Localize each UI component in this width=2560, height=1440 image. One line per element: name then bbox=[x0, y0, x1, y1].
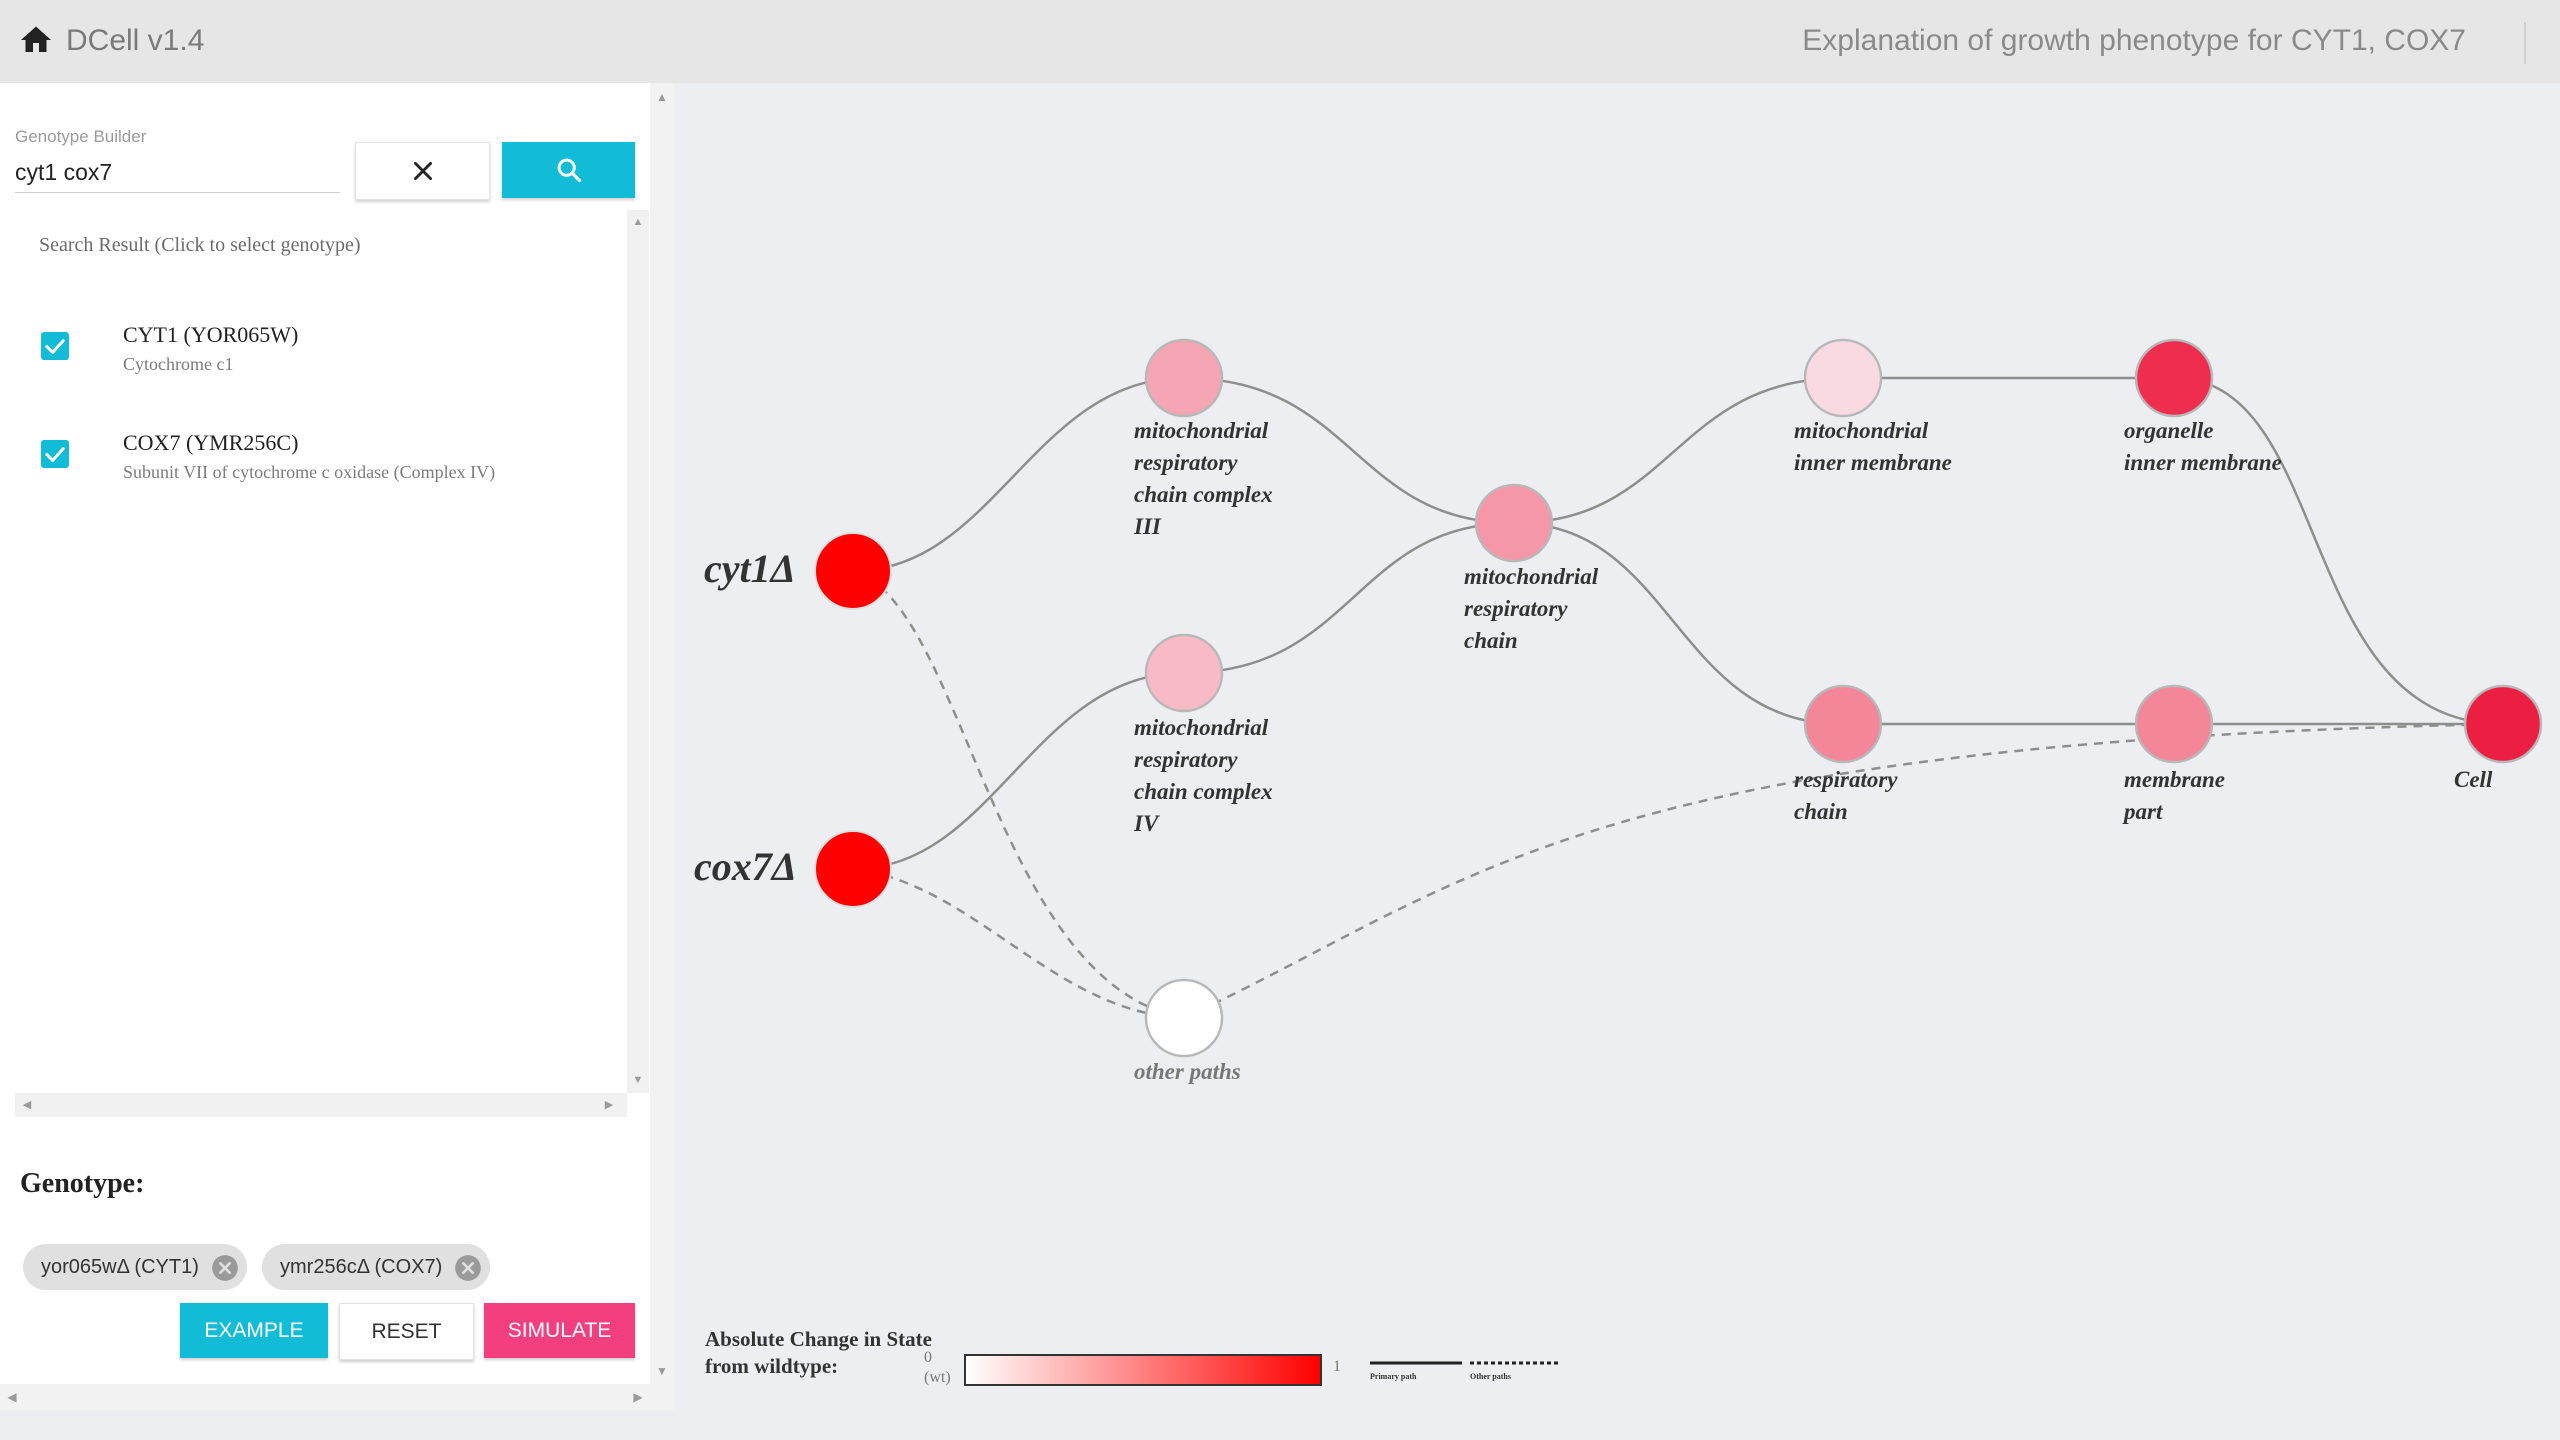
result-gene-name: COX7 (YMR256C) bbox=[123, 430, 299, 455]
search-result-item[interactable]: CYT1 (YOR065W) Cytochrome c1 bbox=[15, 310, 627, 390]
node-label: Cell bbox=[2454, 767, 2493, 792]
result-gene-description: Subunit VII of cytochrome c oxidase (Com… bbox=[123, 462, 496, 482]
scroll-up-arrow-icon[interactable]: ▲ bbox=[628, 212, 648, 232]
scroll-up-arrow-icon[interactable]: ▲ bbox=[650, 85, 674, 109]
other-path-edge bbox=[852, 867, 1185, 1020]
node-label: mitochondrial respiratory chain bbox=[1464, 564, 1599, 653]
result-checkbox[interactable] bbox=[41, 440, 69, 468]
gene-label-cyt1: cyt1Δ bbox=[704, 546, 796, 591]
close-icon bbox=[413, 162, 432, 180]
genotype-search-input[interactable] bbox=[15, 152, 340, 193]
graph-node bbox=[1474, 483, 1554, 563]
app-title: DCell v1.4 bbox=[66, 24, 205, 57]
graph-node-other-paths bbox=[1144, 978, 1224, 1058]
chip-label: ymr256cΔ (COX7) bbox=[280, 1256, 443, 1278]
chip-label: yor065wΔ (CYT1) bbox=[41, 1256, 199, 1278]
graph-node bbox=[1803, 684, 1883, 764]
genotype-builder-label: Genotype Builder bbox=[15, 127, 147, 146]
node-label: membrane part bbox=[2124, 767, 2225, 824]
graph-node bbox=[1144, 633, 1224, 713]
scroll-right-arrow-icon[interactable]: ▶ bbox=[599, 1095, 619, 1115]
simulate-button[interactable]: SIMULATE bbox=[484, 1303, 635, 1358]
scroll-right-arrow-icon[interactable]: ▶ bbox=[626, 1384, 650, 1410]
graph-node-gene bbox=[814, 532, 892, 610]
genotype-chip: ymr256cΔ (COX7) bbox=[262, 1244, 491, 1290]
scroll-left-arrow-icon[interactable]: ◀ bbox=[17, 1095, 37, 1115]
result-checkbox[interactable] bbox=[41, 332, 69, 360]
checkmark-icon bbox=[45, 447, 65, 462]
panel-horizontal-scrollbar[interactable]: ◀ ▶ bbox=[0, 1384, 650, 1410]
search-icon bbox=[557, 158, 581, 183]
genotype-title: Genotype: bbox=[20, 1168, 145, 1199]
home-icon[interactable] bbox=[18, 22, 54, 58]
graph-node bbox=[2463, 684, 2543, 764]
node-label: respiratory chain bbox=[1794, 767, 1898, 824]
search-results-header: Search Result (Click to select genotype) bbox=[39, 234, 361, 256]
results-vertical-scrollbar[interactable]: ▲ ▼ bbox=[627, 210, 649, 1093]
topbar-divider bbox=[2524, 22, 2526, 64]
top-bar: DCell v1.4 Explanation of growth phenoty… bbox=[0, 0, 2560, 83]
graph-node bbox=[2134, 684, 2214, 764]
node-label: organelle inner membrane bbox=[2124, 418, 2282, 475]
legend-primary-path-label: Primary path bbox=[1370, 1372, 1417, 1381]
results-horizontal-scrollbar[interactable]: ◀ ▶ bbox=[15, 1093, 627, 1117]
page-heading: Explanation of growth phenotype for CYT1… bbox=[1802, 24, 2466, 57]
remove-chip-icon[interactable] bbox=[211, 1253, 239, 1281]
scroll-down-arrow-icon[interactable]: ▼ bbox=[628, 1070, 648, 1090]
graph-node bbox=[1803, 338, 1883, 418]
explanation-graph: cyt1Δ cox7Δ mitochondrial respiratory ch… bbox=[674, 83, 2560, 1440]
scroll-left-arrow-icon[interactable]: ◀ bbox=[0, 1384, 24, 1410]
legend-line-samples bbox=[1370, 1361, 1560, 1365]
graph-node bbox=[1144, 338, 1224, 418]
node-label: mitochondrial respiratory chain complex … bbox=[1134, 418, 1273, 539]
example-button[interactable]: EXAMPLE bbox=[180, 1303, 328, 1358]
legend-color-scale bbox=[964, 1354, 1322, 1386]
legend-other-paths-label: Other paths bbox=[1470, 1372, 1511, 1381]
graph-node bbox=[2134, 338, 2214, 418]
panel-vertical-scrollbar[interactable]: ▲ ▼ bbox=[650, 83, 674, 1410]
legend-min-label: 0 (wt) bbox=[924, 1349, 951, 1386]
search-results-list: Search Result (Click to select genotype)… bbox=[15, 210, 649, 1117]
scroll-down-arrow-icon[interactable]: ▼ bbox=[650, 1359, 674, 1383]
reset-button[interactable]: RESET bbox=[339, 1303, 474, 1360]
node-label: mitochondrial inner membrane bbox=[1794, 418, 1952, 475]
clear-search-button[interactable] bbox=[355, 142, 490, 200]
legend-title: Absolute Change in State from wildtype: bbox=[705, 1327, 932, 1378]
remove-chip-icon[interactable] bbox=[454, 1253, 482, 1281]
result-gene-description: Cytochrome c1 bbox=[123, 354, 234, 374]
graph-canvas bbox=[814, 338, 2543, 1058]
genotype-chip: yor065wΔ (CYT1) bbox=[23, 1244, 247, 1290]
graph-node-gene bbox=[814, 830, 892, 908]
gene-label-cox7: cox7Δ bbox=[694, 844, 797, 889]
genotype-builder-panel: Genotype Builder Search Result (Click to… bbox=[0, 83, 650, 1410]
checkmark-icon bbox=[45, 339, 65, 354]
node-label: mitochondrial respiratory chain complex … bbox=[1134, 715, 1273, 836]
node-label: other paths bbox=[1134, 1059, 1241, 1084]
search-result-item[interactable]: COX7 (YMR256C) Subunit VII of cytochrome… bbox=[15, 418, 627, 498]
search-button[interactable] bbox=[502, 142, 635, 198]
legend-max-label: 1 bbox=[1333, 1358, 1341, 1375]
result-gene-name: CYT1 (YOR065W) bbox=[123, 322, 299, 347]
